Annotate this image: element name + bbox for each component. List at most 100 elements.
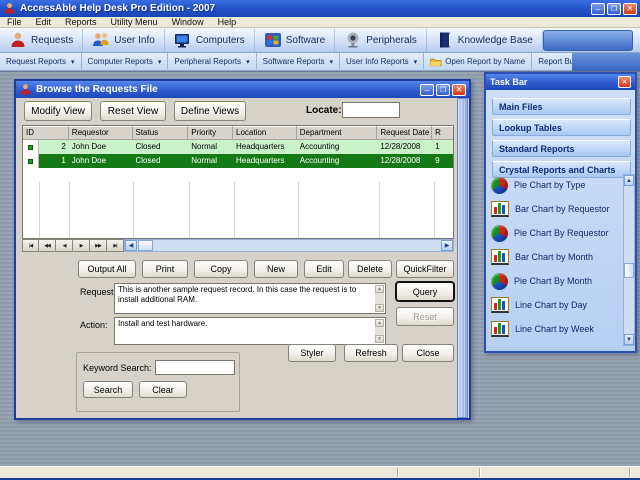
- menu-utility-menu[interactable]: Utility Menu: [104, 17, 165, 28]
- output-all-button[interactable]: Output All: [78, 260, 136, 278]
- request-textarea[interactable]: This is another sample request record. I…: [114, 283, 386, 314]
- nav-prev-icon[interactable]: ◀: [56, 239, 73, 252]
- scrollbar-thumb[interactable]: [624, 263, 634, 278]
- print-button[interactable]: Print: [142, 260, 188, 278]
- software-reports-button[interactable]: Software Reports: [257, 52, 340, 71]
- scroll-down-icon[interactable]: ▼: [624, 334, 634, 345]
- column-header-requestor[interactable]: Requestor: [68, 126, 133, 140]
- restore-icon[interactable]: [607, 2, 621, 15]
- computer-reports-button[interactable]: Computer Reports: [82, 52, 169, 71]
- cell-priority: Normal: [188, 140, 234, 154]
- menu-file[interactable]: File: [0, 17, 29, 28]
- list-vertical-scrollbar[interactable]: ▲ ▼: [623, 174, 635, 346]
- window-titlebar[interactable]: AccessAble Help Desk Pro Edition - 2007: [0, 0, 640, 17]
- list-item-bar-chart-by-month[interactable]: Bar Chart by Month: [491, 246, 619, 268]
- keyword-search-input[interactable]: [155, 360, 235, 375]
- toolbar-user-info-button[interactable]: User Info: [83, 28, 165, 52]
- user-info-reports-button[interactable]: User Info Reports: [340, 52, 425, 71]
- scrollbar-thumb[interactable]: [138, 240, 153, 251]
- delete-button[interactable]: Delete: [348, 260, 392, 278]
- list-item-bar-chart-by-requestor[interactable]: Bar Chart by Requestor: [491, 198, 619, 220]
- refresh-button[interactable]: Refresh: [344, 344, 398, 362]
- locate-input[interactable]: [342, 102, 400, 118]
- toolbar-empty-panel: [543, 30, 633, 51]
- close-icon[interactable]: [623, 2, 637, 15]
- open-report-by-name-button[interactable]: Open Report by Name: [424, 52, 533, 71]
- query-button[interactable]: Query: [396, 282, 454, 301]
- cell-truncated: 1: [432, 140, 453, 154]
- list-item-line-chart-by-week[interactable]: Line Chart by Week: [491, 318, 619, 340]
- toolbar-software-button[interactable]: Software: [255, 28, 336, 52]
- reset-button[interactable]: Reset: [396, 307, 454, 326]
- column-header-id[interactable]: ID: [23, 126, 69, 140]
- nav-next-icon[interactable]: ▶: [73, 239, 90, 252]
- toolbar-peripherals-button[interactable]: Peripherals: [335, 28, 427, 52]
- minimize-icon[interactable]: [591, 2, 605, 15]
- nav-next-page-icon[interactable]: ▶▶: [90, 239, 107, 252]
- task-bar-titlebar[interactable]: Task Bar: [486, 74, 635, 90]
- list-item-line-chart-by-day[interactable]: Line Chart by Day: [491, 294, 619, 316]
- column-header-truncated[interactable]: R: [432, 126, 453, 140]
- close-button[interactable]: Close: [402, 344, 454, 362]
- action-text: Install and test hardware.: [118, 319, 208, 328]
- scroll-down-icon[interactable]: ▼: [375, 335, 384, 343]
- menu-window[interactable]: Window: [165, 17, 211, 28]
- quickfilter-button[interactable]: QuickFilter: [396, 260, 454, 278]
- scroll-left-icon[interactable]: ◀: [125, 240, 137, 251]
- list-item-pie-chart-by-type[interactable]: Pie Chart by Type: [491, 174, 619, 196]
- list-item-pie-chart-by-month[interactable]: Pie Chart By Month: [491, 270, 619, 292]
- action-textarea[interactable]: Install and test hardware. ▲ ▼: [114, 317, 386, 345]
- column-header-request-date[interactable]: Request Date: [377, 126, 433, 140]
- menu-edit[interactable]: Edit: [29, 17, 59, 28]
- textarea-scrollbar[interactable]: ▲ ▼: [375, 285, 384, 312]
- define-views-button[interactable]: Define Views: [174, 101, 246, 121]
- modify-view-button[interactable]: Modify View: [24, 101, 92, 121]
- nav-last-icon[interactable]: ▶|: [107, 239, 124, 252]
- toolbar-requests-button[interactable]: Requests: [0, 28, 84, 52]
- grid-horizontal-scrollbar[interactable]: ◀ ▶: [124, 239, 454, 252]
- menu-help[interactable]: Help: [211, 17, 244, 28]
- reset-view-button[interactable]: Reset View: [100, 101, 166, 121]
- copy-button[interactable]: Copy: [194, 260, 248, 278]
- dialog-minimize-icon[interactable]: [420, 83, 434, 96]
- clear-button[interactable]: Clear: [139, 381, 187, 398]
- textarea-scrollbar[interactable]: ▲ ▼: [375, 319, 384, 343]
- dialog-vertical-scrollbar[interactable]: [457, 98, 468, 418]
- edit-button[interactable]: Edit: [304, 260, 344, 278]
- toolbar-knowledge-base-button[interactable]: Knowledge Base: [427, 28, 543, 52]
- menu-reports[interactable]: Reports: [58, 17, 104, 28]
- column-header-location[interactable]: Location: [233, 126, 297, 140]
- task-bar-close-icon[interactable]: [618, 76, 631, 88]
- new-button[interactable]: New: [254, 260, 298, 278]
- pie-chart-icon: [491, 272, 508, 290]
- requests-grid[interactable]: ID Requestor Status Priority Location De…: [22, 125, 454, 239]
- list-item-pie-chart-by-requestor[interactable]: Pie Chart By Requestor: [491, 222, 619, 244]
- toolbar-computers-button[interactable]: Computers: [165, 28, 255, 52]
- column-header-department[interactable]: Department: [296, 126, 378, 140]
- dialog-titlebar[interactable]: Browse the Requests File: [16, 81, 469, 98]
- dialog-maximize-icon[interactable]: [436, 83, 450, 96]
- report-bar-right-panel: [572, 53, 640, 71]
- band-standard-reports[interactable]: Standard Reports: [492, 140, 631, 157]
- band-main-files[interactable]: Main Files: [492, 98, 631, 115]
- scroll-up-icon[interactable]: ▲: [375, 319, 384, 327]
- nav-first-icon[interactable]: |◀: [22, 239, 39, 252]
- scroll-up-icon[interactable]: ▲: [624, 175, 634, 186]
- pie-chart-icon: [491, 224, 508, 242]
- band-lookup-tables[interactable]: Lookup Tables: [492, 119, 631, 136]
- scroll-right-icon[interactable]: ▶: [441, 240, 453, 251]
- table-row[interactable]: 2 John Doe Closed Normal Headquarters Ac…: [23, 140, 453, 154]
- styler-button[interactable]: Styler: [288, 344, 336, 362]
- dialog-close-icon[interactable]: [452, 83, 466, 96]
- record-indicator: [23, 140, 39, 154]
- scroll-down-icon[interactable]: ▼: [375, 304, 384, 312]
- search-button[interactable]: Search: [83, 381, 133, 398]
- column-header-status[interactable]: Status: [132, 126, 189, 140]
- request-reports-button[interactable]: Request Reports: [0, 52, 82, 71]
- nav-prev-page-icon[interactable]: ◀◀: [39, 239, 56, 252]
- table-row-selected[interactable]: 1 John Doe Closed Normal Headquarters Ac…: [23, 154, 453, 168]
- column-header-priority[interactable]: Priority: [188, 126, 234, 140]
- peripheral-reports-button[interactable]: Peripheral Reports: [168, 52, 257, 71]
- grid-line: [133, 182, 134, 238]
- scroll-up-icon[interactable]: ▲: [375, 285, 384, 293]
